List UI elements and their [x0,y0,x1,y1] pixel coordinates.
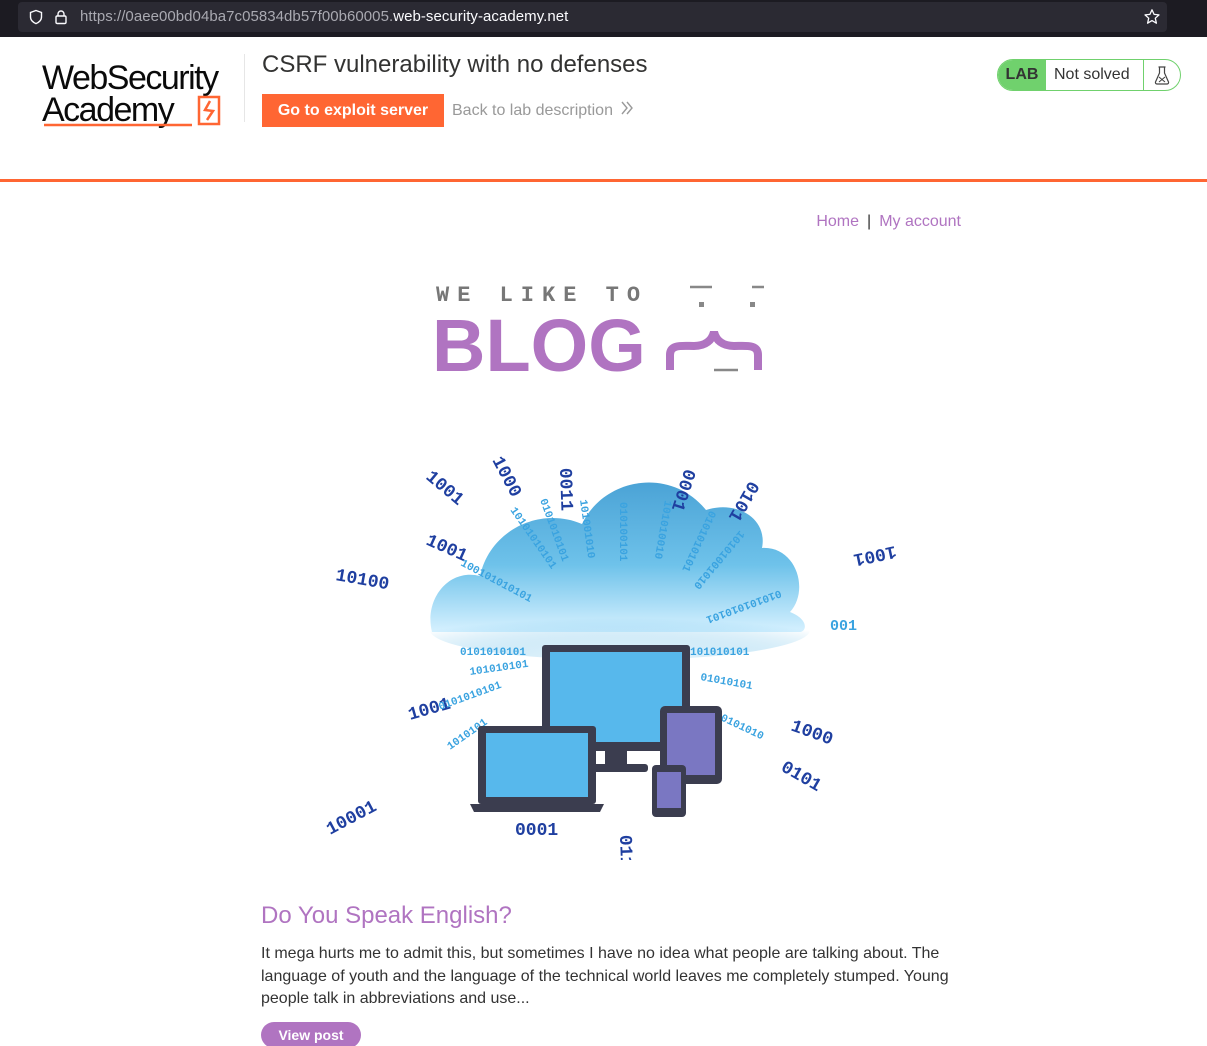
svg-text:0001: 0001 [515,821,558,841]
lab-header: WebSecurity Academy CSRF vulnerability w… [0,37,1207,182]
blog-face-icon [666,285,764,372]
url-text[interactable]: https://0aee00bd04ba7c05834db57f00b60005… [80,8,568,25]
shield-icon[interactable] [28,9,44,30]
svg-text:10001: 10001 [323,797,380,840]
svg-text:010100101: 010100101 [616,502,628,562]
back-to-lab-description-link[interactable]: Back to lab description [452,101,633,120]
logo-line2: Academy [42,91,175,129]
svg-text:0101: 0101 [723,477,762,525]
svg-text:1000: 1000 [788,717,835,751]
svg-text:101010101: 101010101 [469,659,530,679]
svg-text:0011: 0011 [554,468,576,512]
svg-text:0110: 0110 [614,835,635,860]
nav-separator: | [867,213,872,230]
bookmark-star-icon[interactable] [1143,8,1161,31]
url-domain: web-security-academy.net [393,8,569,25]
lab-title: CSRF vulnerability with no defenses [262,51,648,78]
svg-text:0101: 0101 [777,758,825,797]
lab-status-text: Not solved [1046,60,1144,90]
url-bar[interactable]: https://0aee00bd04ba7c05834db57f00b60005… [18,2,1167,32]
svg-text:1001: 1001 [421,467,467,510]
nav-my-account-link[interactable]: My account [879,213,961,230]
svg-text:1001: 1001 [851,540,898,569]
svg-text:1000: 1000 [487,453,525,501]
top-navigation: Home | My account [816,213,961,231]
post-title[interactable]: Do You Speak English? [261,902,961,930]
svg-text:10100: 10100 [334,566,391,595]
blog-post-preview: Do You Speak English? It mega hurts me t… [261,902,961,1046]
exploit-server-button[interactable]: Go to exploit server [262,94,444,127]
web-security-academy-logo[interactable]: WebSecurity Academy [42,57,242,137]
lab-status-widget: LAB Not solved [997,59,1181,91]
svg-text:0101010: 0101010 [718,713,765,743]
svg-text:101010101: 101010101 [690,647,750,659]
url-prefix: https://0aee00bd04ba7c05834db57f00b60005… [80,8,394,25]
lock-icon[interactable] [53,9,69,30]
view-post-button[interactable]: View post [261,1021,361,1046]
svg-text:01010101: 01010101 [699,672,753,693]
nav-home-link[interactable]: Home [816,213,859,230]
banner-word: BLOG [432,304,646,380]
browser-toolbar: https://0aee00bd04ba7c05834db57f00b60005… [0,0,1207,37]
double-chevron-right-icon [621,101,633,120]
back-link-label: Back to lab description [452,101,613,119]
blog-banner: WE LIKE TO BLOG [432,280,792,387]
cloud-devices-binary-image: 1001 1000 0011 0001 0101 1001 1001 10100… [320,440,920,878]
post-summary: It mega hurts me to admit this, but some… [261,945,949,1007]
lab-badge: LAB [998,60,1046,90]
svg-text:0101010101: 0101010101 [460,647,526,659]
flask-icon [1144,60,1180,90]
svg-text:001: 001 [830,618,857,635]
logo-divider [244,54,245,122]
